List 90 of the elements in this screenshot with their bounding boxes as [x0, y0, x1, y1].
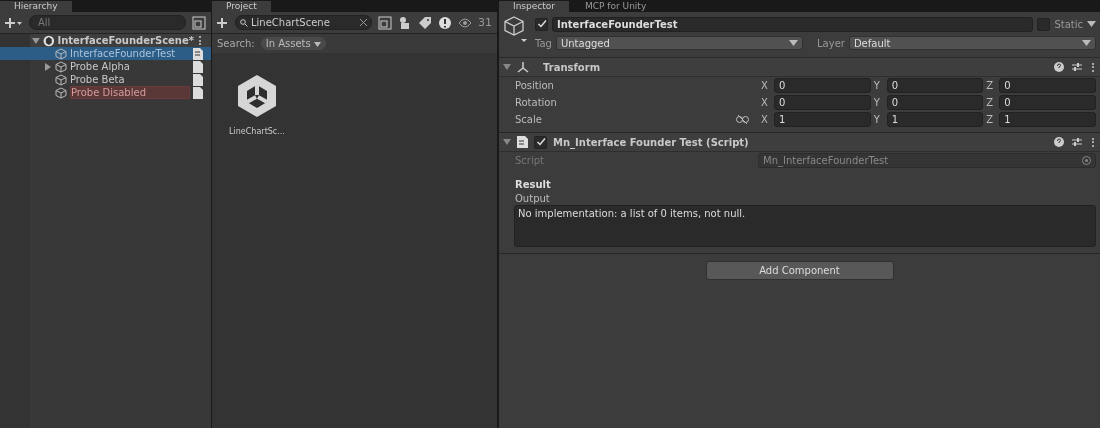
add-component-button[interactable]: Add Component: [705, 261, 894, 280]
add-icon[interactable]: [217, 16, 229, 29]
visibility-count[interactable]: 31: [478, 16, 492, 29]
value-field[interactable]: 0: [999, 95, 1096, 110]
filter-type-icon[interactable]: [398, 15, 412, 30]
value-field[interactable]: 1: [999, 112, 1096, 127]
clear-icon[interactable]: [360, 19, 367, 26]
panel-tab[interactable]: Inspector: [499, 1, 569, 12]
value-field[interactable]: 0: [886, 95, 984, 110]
document-icon: [193, 86, 203, 99]
script-field[interactable]: Mn_InterfaceFounderTest: [758, 153, 1096, 168]
item-name: Probe Alpha: [70, 61, 131, 72]
target-icon[interactable]: [1082, 156, 1091, 165]
document-icon: [193, 60, 203, 73]
document-icon: [193, 73, 203, 86]
value-field[interactable]: 0: [774, 78, 871, 93]
window-icon[interactable]: [192, 15, 206, 30]
caret-icon: [313, 42, 321, 47]
active-checkbox[interactable]: [535, 17, 548, 31]
caret-icon: [1082, 40, 1091, 46]
scope-dropdown[interactable]: In Assets: [260, 37, 326, 50]
cube-icon: [55, 47, 67, 60]
link-icon[interactable]: [736, 115, 749, 124]
window-icon[interactable]: [378, 15, 392, 30]
warning-icon[interactable]: [438, 15, 452, 30]
cube-icon: [55, 73, 67, 86]
asset-name[interactable]: LineChartSc...: [229, 127, 285, 136]
static-label: Static: [1054, 18, 1083, 30]
panel-tab[interactable]: Hierarchy: [0, 1, 72, 12]
tag-dropdown[interactable]: Untagged: [555, 36, 804, 50]
eye-icon[interactable]: [458, 17, 472, 28]
search-field[interactable]: LineChartScene: [235, 15, 372, 30]
add-icon[interactable]: [5, 16, 23, 29]
tag-icon[interactable]: [418, 15, 432, 30]
value-field[interactable]: 0: [774, 95, 871, 110]
layer-dropdown[interactable]: Default: [848, 36, 1096, 50]
cube-icon: [55, 86, 67, 99]
property-label: Rotation: [515, 97, 558, 108]
cube-icon: [55, 60, 67, 73]
static-checkbox[interactable]: [1037, 17, 1051, 31]
axis-label: Z: [986, 97, 995, 108]
foldout-arrow-icon[interactable]: [503, 138, 511, 146]
layer-label: Layer: [817, 37, 845, 49]
help-icon[interactable]: [1054, 62, 1064, 72]
component-title: Transform: [543, 61, 602, 73]
component-header[interactable]: Mn_Interface Founder Test (Script): [499, 132, 1100, 152]
axis-label: Y: [873, 80, 881, 91]
axis-label: X: [761, 97, 769, 108]
component-title: Mn_Interface Founder Test (Script): [553, 136, 750, 148]
value-field[interactable]: 0: [886, 78, 984, 93]
axis-label: Y: [873, 97, 881, 108]
search-label: Search:: [217, 38, 255, 49]
section-heading: Result: [514, 178, 552, 190]
item-name: Probe Disabled: [70, 86, 190, 99]
expand-arrow-icon[interactable]: [44, 62, 52, 71]
tag-label: Tag: [535, 37, 552, 49]
transform-icon: [517, 61, 529, 73]
expand-arrow-icon[interactable]: [32, 36, 40, 45]
property-label: Scale: [515, 114, 543, 125]
axis-label: Z: [986, 80, 995, 91]
search-field[interactable]: All: [29, 15, 186, 30]
output-label: Output: [514, 192, 551, 205]
hierarchy-item[interactable]: InterfaceFounderTest: [0, 47, 211, 60]
dropdown-arrow-icon[interactable]: [1087, 21, 1096, 27]
property-label: Position: [515, 80, 555, 91]
item-name: Probe Beta: [70, 74, 126, 85]
panel-tab[interactable]: Project: [212, 1, 271, 12]
hierarchy-item[interactable]: Probe Alpha: [30, 60, 211, 73]
axis-label: Y: [873, 114, 881, 125]
name-field[interactable]: InterfaceFounderTest: [552, 16, 1034, 32]
panel-tab[interactable]: MCP for Unity: [571, 1, 661, 12]
value-field[interactable]: 1: [886, 112, 984, 127]
settings-sliders-icon[interactable]: [1072, 137, 1082, 147]
hierarchy-item[interactable]: Probe Beta: [30, 73, 211, 86]
cube-icon[interactable]: [503, 16, 529, 44]
help-icon[interactable]: [1054, 137, 1064, 147]
value-field[interactable]: 0: [999, 78, 1096, 93]
axis-label: X: [761, 114, 769, 125]
search-icon: [240, 18, 248, 27]
caret-icon: [789, 40, 799, 46]
item-name: InterfaceFounderTest: [70, 48, 177, 59]
axis-label: Z: [986, 114, 995, 125]
settings-sliders-icon[interactable]: [1072, 62, 1082, 72]
foldout-arrow-icon[interactable]: [503, 63, 511, 71]
property-label: Script: [515, 155, 545, 166]
value-field[interactable]: 1: [774, 112, 871, 127]
enabled-checkbox[interactable]: [534, 135, 547, 149]
script-icon: [517, 136, 528, 148]
axis-label: X: [761, 80, 769, 91]
output-field[interactable]: No implementation: a list of 0 items, not null.: [514, 205, 1096, 247]
